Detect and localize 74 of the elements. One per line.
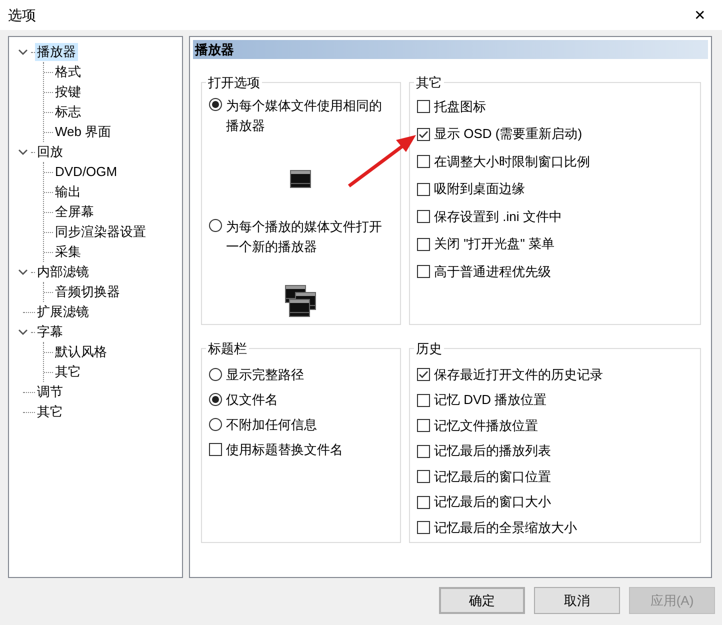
- tree-item[interactable]: 音频切换器: [53, 283, 122, 301]
- tree-item[interactable]: 其它: [53, 363, 83, 381]
- option-label: 仅文件名: [226, 390, 278, 409]
- checkbox[interactable]: [417, 521, 430, 534]
- checkbox[interactable]: [417, 100, 430, 113]
- tree-item[interactable]: 全屏幕: [53, 203, 96, 221]
- tree-item[interactable]: DVD/OGM: [53, 163, 120, 181]
- group-title: 历史: [415, 340, 443, 358]
- tree-item[interactable]: 字幕: [35, 323, 65, 341]
- window-icon: [290, 170, 312, 188]
- chevron-down-icon[interactable]: [18, 267, 28, 277]
- option-label: 保存最近打开文件的历史记录: [434, 366, 603, 384]
- checkbox[interactable]: [417, 210, 430, 223]
- option-label: 记忆最后的窗口大小: [434, 493, 551, 512]
- checkbox[interactable]: [417, 128, 430, 140]
- option-label: 吸附到桌面边缘: [434, 180, 525, 198]
- option-label: 不附加任何信息: [226, 416, 317, 434]
- checkbox[interactable]: [417, 394, 430, 406]
- tree-item[interactable]: 标志: [53, 103, 83, 121]
- chevron-down-icon[interactable]: [18, 47, 28, 57]
- tree-item[interactable]: 同步渲染器设置: [53, 223, 148, 241]
- checkbox[interactable]: [417, 368, 430, 381]
- radio-button[interactable]: [209, 368, 222, 381]
- checkbox[interactable]: [417, 265, 430, 278]
- radio-button[interactable]: [209, 393, 222, 406]
- tree-item[interactable]: 回放: [35, 143, 65, 161]
- page-header: 播放器: [193, 40, 708, 59]
- group-title: 打开选项: [207, 74, 261, 92]
- chevron-down-icon[interactable]: [18, 147, 28, 157]
- dialog-button[interactable]: 确定: [439, 587, 525, 614]
- checkbox[interactable]: [417, 182, 430, 196]
- option-label: 托盘图标: [434, 98, 486, 116]
- group-title: 其它: [415, 74, 443, 92]
- option-label: 保存设置到 .ini 文件中: [434, 208, 562, 226]
- option-label: 在调整大小时限制窗口比例: [434, 152, 590, 171]
- tree-item[interactable]: 格式: [53, 63, 83, 81]
- tree-item[interactable]: 输出: [53, 183, 83, 201]
- option-label: 显示 OSD (需要重新启动): [434, 125, 582, 144]
- option-label: 使用标题替换文件名: [226, 440, 343, 459]
- tree-item[interactable]: 其它: [35, 403, 65, 421]
- option-label: 记忆 DVD 播放位置: [434, 391, 547, 410]
- option-label: 关闭 "打开光盘" 菜单: [434, 235, 554, 254]
- chevron-down-icon[interactable]: [18, 327, 28, 337]
- option-label: 记忆最后的全景缩放大小: [434, 518, 577, 537]
- tree-item[interactable]: 调节: [35, 383, 65, 401]
- checkbox[interactable]: [417, 155, 430, 168]
- radio-button[interactable]: [209, 418, 222, 431]
- option-label: 显示完整路径: [226, 366, 304, 384]
- group-title: 标题栏: [207, 340, 248, 358]
- tree-item[interactable]: 播放器: [35, 43, 78, 61]
- option-label: 记忆最后的窗口位置: [434, 468, 551, 486]
- option-label: 记忆最后的播放列表: [434, 442, 551, 460]
- checkbox[interactable]: [417, 238, 430, 250]
- tree-item[interactable]: 默认风格: [53, 343, 109, 361]
- close-button[interactable]: ✕: [678, 0, 722, 30]
- option-label: 为每个媒体文件使用相同的播放器: [226, 96, 383, 134]
- checkbox[interactable]: [417, 470, 430, 483]
- window-title: 选项: [8, 6, 36, 24]
- radio-button[interactable]: [209, 218, 222, 232]
- checkbox[interactable]: [209, 443, 222, 456]
- tree-item[interactable]: Web 界面: [53, 123, 114, 141]
- checkbox[interactable]: [417, 419, 430, 432]
- tree-item[interactable]: 按键: [53, 83, 83, 101]
- windows-icon: [284, 284, 318, 316]
- checkbox[interactable]: [417, 444, 430, 458]
- option-label: 记忆文件播放位置: [434, 416, 538, 435]
- tree-item[interactable]: 内部滤镜: [35, 263, 91, 281]
- tree-item[interactable]: 扩展滤镜: [35, 303, 91, 321]
- tree-item[interactable]: 采集: [53, 243, 83, 261]
- checkbox[interactable]: [417, 496, 430, 508]
- option-label: 为每个播放的媒体文件打开一个新的播放器: [226, 218, 383, 256]
- radio-button[interactable]: [209, 98, 222, 110]
- option-label: 高于普通进程优先级: [434, 262, 551, 281]
- dialog-button[interactable]: 取消: [534, 587, 620, 614]
